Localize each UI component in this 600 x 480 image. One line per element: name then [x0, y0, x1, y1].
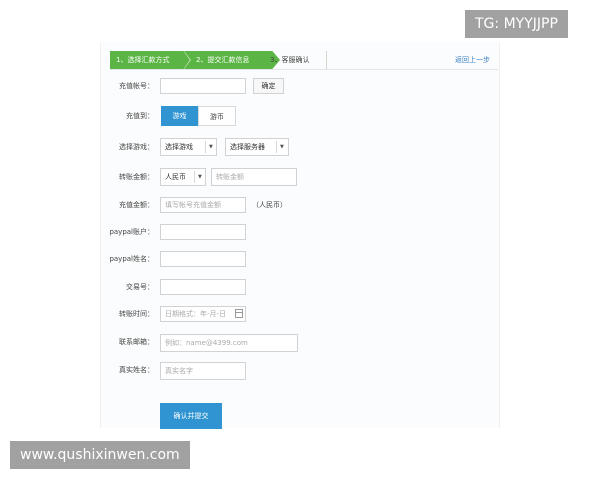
paypal-account-input[interactable] — [160, 224, 246, 240]
steps-divider — [110, 69, 498, 70]
transfer-amount-label: 转账金额： — [119, 173, 154, 181]
option-coin[interactable]: 游币 — [198, 106, 236, 126]
step-select-method: 1、选择汇款方式 — [110, 51, 190, 69]
recharge-amount-label: 充值金额： — [119, 201, 154, 209]
transaction-no-input[interactable] — [160, 279, 246, 295]
server-select-value: 选择服务器 — [230, 143, 265, 151]
email-input[interactable]: 例如：name@4399.com — [160, 334, 298, 352]
recharge-amount-input[interactable]: 填写帐号充值金额 — [160, 197, 246, 213]
step-divider — [326, 51, 327, 69]
step-submit-info: 2、提交汇款信息 — [184, 51, 280, 69]
real-name-input[interactable]: 真实名字 — [160, 362, 246, 380]
game-label: 选择游戏： — [119, 143, 154, 151]
real-name-label: 真实姓名： — [119, 366, 154, 374]
chevron-down-icon: ▼ — [280, 144, 284, 150]
server-select-separator — [276, 141, 277, 153]
game-select-separator — [205, 141, 206, 153]
account-input[interactable] — [160, 78, 246, 94]
progress-steps: 1、选择汇款方式 2、提交汇款信息 3、客服确认 返回上一步 — [110, 51, 498, 70]
game-select-value: 选择游戏 — [165, 143, 193, 151]
recharge-amount-unit: （人民币） — [252, 201, 287, 209]
email-label: 联系邮箱： — [119, 338, 154, 346]
transfer-amount-input[interactable]: 转账金额 — [211, 168, 297, 186]
recharge-to-label: 充值到： — [126, 112, 154, 120]
transfer-time-placeholder: 日期格式：年-月-日 — [165, 310, 227, 318]
game-select[interactable]: 选择游戏 ▼ — [160, 138, 217, 156]
step-service-confirm-label: 3、客服确认 — [270, 56, 310, 64]
step-service-confirm: 3、客服确认 — [270, 51, 350, 69]
paypal-account-label: paypal账户： — [109, 228, 154, 236]
account-label: 充值帐号： — [119, 82, 154, 90]
server-select[interactable]: 选择服务器 ▼ — [225, 138, 289, 156]
calendar-icon[interactable] — [235, 309, 243, 318]
watermark-bottom-left: www.qushixinwen.com — [10, 441, 190, 469]
watermark-top-right: TG: MYYJJPP — [465, 10, 568, 38]
currency-select-separator — [194, 171, 195, 183]
paypal-name-label: paypal姓名： — [109, 255, 154, 263]
transfer-time-input[interactable]: 日期格式：年-月-日 — [160, 306, 246, 322]
paypal-name-input[interactable] — [160, 251, 246, 267]
transfer-time-label: 转账时间： — [119, 310, 154, 318]
chevron-down-icon: ▼ — [198, 174, 202, 180]
submit-button[interactable]: 确认并提交 — [160, 403, 222, 429]
confirm-account-button[interactable]: 确定 — [253, 78, 284, 94]
transaction-no-label: 交易号： — [126, 283, 154, 291]
back-link[interactable]: 返回上一步 — [455, 51, 490, 69]
option-game[interactable]: 游戏 — [161, 106, 198, 126]
currency-select[interactable]: 人民币 ▼ — [160, 168, 206, 186]
chevron-down-icon: ▼ — [209, 144, 213, 150]
currency-select-value: 人民币 — [165, 173, 186, 181]
